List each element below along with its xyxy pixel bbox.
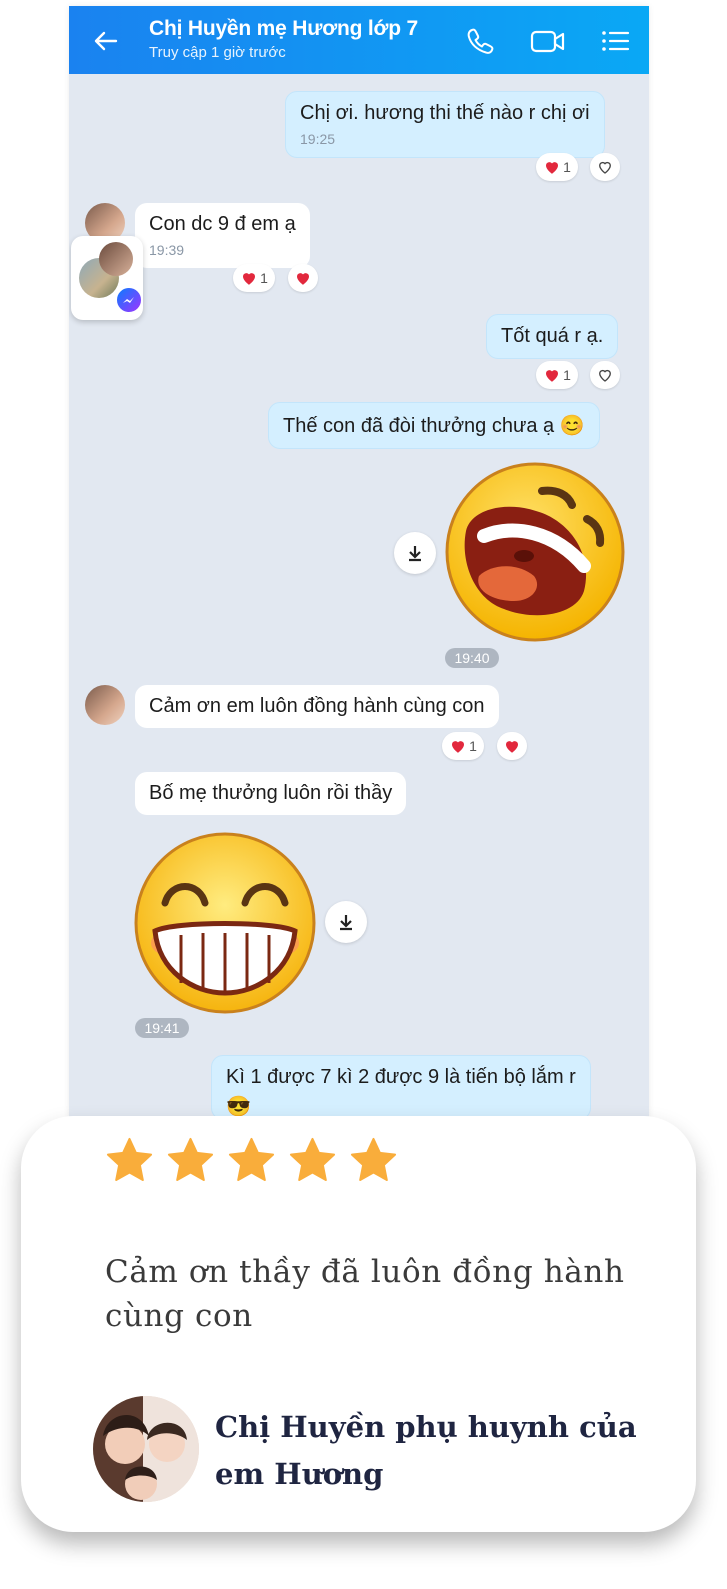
react-heart-button[interactable] (497, 732, 527, 760)
message-bubble[interactable]: Con dc 9 đ em ạ 19:39 (135, 203, 310, 268)
red-heart-icon (506, 741, 518, 753)
heart-outline-icon (599, 161, 611, 174)
contact-name[interactable]: Chị Huyền mẹ Hương lớp 7 (149, 17, 418, 41)
reviewer-photo (93, 1396, 199, 1502)
message-bubble[interactable]: Cảm ơn em luôn đồng hành cùng con (135, 685, 499, 728)
reaction-heart-count[interactable]: 1 (233, 264, 275, 292)
react-heart-button[interactable] (590, 361, 620, 389)
grinning-face-sticker[interactable] (133, 831, 317, 1015)
red-heart-icon (297, 273, 309, 285)
message-text: Con dc 9 đ em ạ (149, 213, 296, 235)
star-icon (350, 1137, 397, 1181)
reviewer-avatar-image (93, 1396, 199, 1502)
menu-list-icon[interactable] (599, 26, 631, 56)
message-text: Chị ơi. hương thi thế nào r chị ơi (300, 102, 590, 124)
red-heart-icon (546, 370, 559, 382)
reviewer-name: Chị Huyền phụ huynh của em Hương (215, 1410, 637, 1491)
chat-screenshot: Chị Huyền mẹ Hương lớp 7 Truy cập 1 giờ … (69, 6, 649, 1146)
reaction-heart-count[interactable]: 1 (442, 732, 484, 760)
chat-head-photo (99, 242, 133, 276)
heart-outline-icon (599, 369, 611, 382)
download-icon (409, 546, 421, 562)
reaction-heart-count[interactable]: 1 (536, 361, 578, 389)
message-text: Cảm ơn em luôn đồng hành cùng con (149, 695, 485, 717)
review-quote: Cảm ơn thầy đã luôn đồng hành cùng con (105, 1254, 625, 1334)
download-button[interactable] (325, 901, 367, 943)
star-icon (228, 1137, 275, 1181)
download-icon (340, 915, 352, 931)
message-bubble[interactable]: Bố mẹ thưởng luôn rồi thầy (135, 772, 407, 815)
message-bubble[interactable]: Thế con đã đòi thưởng chưa ạ 😊 (268, 402, 600, 449)
message-bubble[interactable]: Chị ơi. hương thi thế nào r chị ơi 19:25 (285, 91, 605, 158)
phone-icon[interactable] (464, 26, 496, 56)
chat-header: Chị Huyền mẹ Hương lớp 7 Truy cập 1 giờ … (69, 6, 649, 74)
message-time: 19:39 (149, 242, 185, 258)
messenger-icon (115, 286, 143, 314)
message-text: Kì 1 được 7 kì 2 được 9 là tiến bộ lắm r (226, 1066, 576, 1088)
contact-avatar[interactable] (85, 685, 125, 725)
red-heart-icon (452, 741, 465, 753)
red-heart-icon (243, 273, 256, 285)
download-button[interactable] (394, 532, 436, 574)
react-heart-button[interactable] (590, 153, 620, 181)
message-time: 19:25 (300, 131, 336, 147)
react-heart-button[interactable] (288, 264, 318, 292)
message-text: Bố mẹ thưởng luôn rồi thầy (149, 782, 393, 804)
star-icon (167, 1137, 214, 1181)
star-icon (289, 1137, 336, 1181)
star-rating (105, 1136, 398, 1185)
message-bubble[interactable]: Kì 1 được 7 kì 2 được 9 là tiến bộ lắm r… (211, 1055, 591, 1120)
contact-status: Truy cập 1 giờ trước (149, 44, 286, 61)
message-bubble[interactable]: Tốt quá r ạ. (486, 314, 619, 359)
back-arrow-icon[interactable] (91, 26, 121, 56)
messenger-chat-head[interactable] (71, 236, 143, 320)
sticker-time: 19:40 (445, 648, 499, 668)
review-card: Cảm ơn thầy đã luôn đồng hành cùng con C… (21, 1116, 696, 1532)
sticker-time: 19:41 (135, 1018, 189, 1038)
red-heart-icon (546, 162, 559, 174)
message-text: Thế con đã đòi thưởng chưa ạ 😊 (283, 415, 585, 437)
reaction-heart-count[interactable]: 1 (536, 153, 578, 181)
star-icon (106, 1137, 153, 1181)
video-call-icon[interactable] (529, 26, 567, 56)
laughing-face-sticker[interactable] (444, 461, 626, 643)
message-text: Tốt quá r ạ. (501, 325, 604, 347)
